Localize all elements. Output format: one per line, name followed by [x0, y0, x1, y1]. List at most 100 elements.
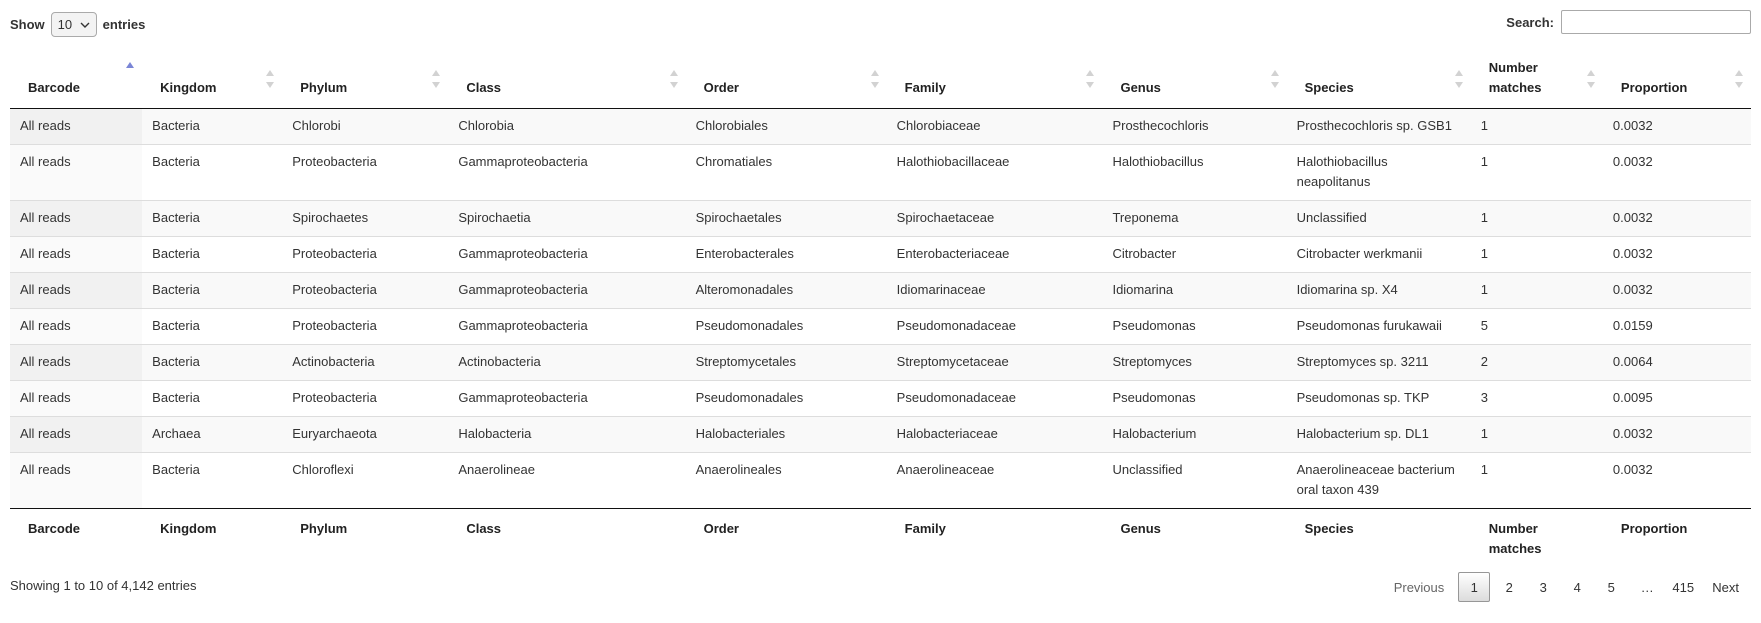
table-row[interactable]: All reads Bacteria Actinobacteria Actinobac…	[10, 344, 1751, 381]
entries-per-page-select[interactable]: 10	[50, 12, 97, 37]
page-button-3[interactable]: 3	[1528, 572, 1558, 602]
cell-species: Idiomarina sp. X4	[1286, 272, 1471, 309]
table-row[interactable]: All reads Bacteria Proteobacteria Gammaprot…	[10, 308, 1751, 345]
table-row[interactable]: All reads Bacteria Chlorobi Chlorobia Chloro…	[10, 108, 1751, 145]
cell-proportion: 0.0032	[1602, 272, 1751, 309]
column-header-order[interactable]: Order	[685, 52, 887, 109]
cell-proportion: 0.0159	[1612, 318, 1653, 333]
column-header-family[interactable]: Family	[886, 52, 1103, 109]
sort-both-icon	[1270, 70, 1279, 88]
cell-number-matches: 3	[1480, 390, 1488, 405]
cell-species: Halobacterium sp. DL1	[1286, 416, 1471, 453]
column-header-genus[interactable]: Genus	[1102, 52, 1287, 109]
page-button-5[interactable]: 5	[1596, 572, 1626, 602]
cell-family: Enterobacteriaceae	[896, 246, 1010, 261]
cell-order: Pseudomonadales	[695, 318, 804, 333]
cell-proportion: 0.0032	[1612, 462, 1653, 477]
page-button-4[interactable]: 4	[1562, 572, 1592, 602]
cell-order: Chlorobiales	[685, 108, 887, 145]
cell-barcode: All reads	[10, 108, 143, 145]
search-control: Search:	[1506, 10, 1751, 34]
cell-class: Chlorobia	[448, 108, 686, 145]
column-header-barcode[interactable]: Barcode	[10, 52, 143, 109]
cell-order: Streptomycetales	[685, 344, 887, 381]
cell-genus: Unclassified	[1112, 462, 1183, 477]
cell-kingdom: Bacteria	[152, 462, 200, 477]
column-header-proportion[interactable]: Proportion	[1602, 52, 1751, 109]
cell-class: Gammaproteobacteria	[458, 246, 588, 261]
search-input[interactable]	[1561, 10, 1751, 34]
sort-both-icon	[266, 70, 275, 88]
cell-family: Halothiobacillaceae	[896, 154, 1010, 169]
cell-proportion: 0.0032	[1602, 108, 1751, 145]
cell-species: Anaerolineaceae bacterium oral taxon 439	[1296, 462, 1455, 497]
footer-header-proportion: Proportion	[1602, 508, 1751, 569]
cell-number-matches: 1	[1470, 200, 1603, 237]
cell-genus: Halothiobacillus	[1112, 154, 1204, 169]
cell-species: Pseudomonas furukawaii	[1296, 318, 1442, 333]
cell-barcode: All reads	[10, 200, 143, 237]
page-button-1[interactable]: 1	[1458, 572, 1491, 602]
column-header-species[interactable]: Species	[1286, 52, 1471, 109]
table-row[interactable]: All reads Bacteria Proteobacteria Gammaprot…	[10, 236, 1751, 273]
cell-phylum: Spirochaetes	[282, 200, 449, 237]
table-row[interactable]: All reads Bacteria Chloroflexi Anaerolineae…	[10, 452, 1751, 509]
chevron-down-icon	[80, 22, 90, 28]
footer-header-class: Class	[448, 508, 686, 569]
cell-phylum: Chloroflexi	[292, 462, 354, 477]
cell-number-matches: 5	[1480, 318, 1488, 333]
cell-kingdom: Bacteria	[152, 246, 200, 261]
page-button-last[interactable]: 415	[1668, 572, 1698, 602]
cell-family: Pseudomonadaceae	[896, 318, 1016, 333]
cell-phylum: Euryarchaeota	[282, 416, 449, 453]
show-label: Show	[10, 17, 45, 32]
cell-kingdom: Bacteria	[152, 318, 200, 333]
cell-kingdom: Bacteria	[142, 344, 283, 381]
pagination: Previous 12345 … 415 Next	[1382, 572, 1751, 602]
column-header-phylum[interactable]: Phylum	[282, 52, 449, 109]
entries-label: entries	[102, 17, 146, 32]
footer-header-order: Order	[685, 508, 887, 569]
footer-header-species: Species	[1286, 508, 1471, 569]
search-label: Search:	[1506, 14, 1554, 30]
cell-kingdom: Archaea	[142, 416, 283, 453]
footer-header-family: Family	[886, 508, 1103, 569]
table-body: All reads Bacteria Chlorobi Chlorobia Chloro…	[10, 108, 1751, 509]
cell-barcode: All reads	[10, 416, 143, 453]
cell-genus: Citrobacter	[1112, 246, 1177, 261]
cell-order: Enterobacterales	[695, 246, 794, 261]
sort-both-icon	[1454, 70, 1463, 88]
sort-both-icon	[870, 70, 879, 88]
cell-family: Idiomarinaceae	[886, 272, 1103, 309]
cell-order: Chromatiales	[695, 154, 773, 169]
page-button-2[interactable]: 2	[1494, 572, 1524, 602]
cell-species: Prosthecochloris sp. GSB1	[1286, 108, 1471, 145]
table-row[interactable]: All reads Bacteria Proteobacteria Gammaprot…	[10, 144, 1751, 201]
entries-per-page-value: 10	[57, 17, 73, 32]
column-header-label: Species	[1304, 80, 1354, 95]
cell-order: Alteromonadales	[685, 272, 887, 309]
table-row[interactable]: All reads Archaea Euryarchaeota Halobacteri…	[10, 416, 1751, 453]
cell-number-matches: 1	[1470, 108, 1603, 145]
cell-genus: Treponema	[1102, 200, 1287, 237]
cell-proportion: 0.0032	[1602, 200, 1751, 237]
table-row[interactable]: All reads Bacteria Proteobacteria Gammaprot…	[10, 272, 1751, 309]
column-header-class[interactable]: Class	[448, 52, 686, 109]
cell-class: Anaerolineae	[458, 462, 535, 477]
next-page-button[interactable]: Next	[1700, 572, 1751, 602]
cell-species: Halothiobacillus neapolitanus	[1296, 154, 1388, 189]
cell-kingdom: Bacteria	[152, 390, 200, 405]
column-header-kingdom[interactable]: Kingdom	[142, 52, 283, 109]
table-row[interactable]: All reads Bacteria Proteobacteria Gammaprot…	[10, 380, 1751, 417]
column-header-number-matches[interactable]: Number matches	[1470, 52, 1603, 109]
cell-phylum: Proteobacteria	[282, 272, 449, 309]
column-header-label: Family	[904, 80, 946, 95]
cell-number-matches: 1	[1480, 462, 1488, 477]
table-row[interactable]: All reads Bacteria Spirochaetes Spirochaeti…	[10, 200, 1751, 237]
cell-class: Gammaproteobacteria	[458, 154, 588, 169]
cell-phylum: Chlorobi	[282, 108, 449, 145]
previous-page-button[interactable]: Previous	[1382, 572, 1457, 602]
pagination-ellipsis: …	[1640, 579, 1654, 595]
cell-number-matches: 2	[1470, 344, 1603, 381]
sort-both-icon	[1586, 70, 1595, 88]
